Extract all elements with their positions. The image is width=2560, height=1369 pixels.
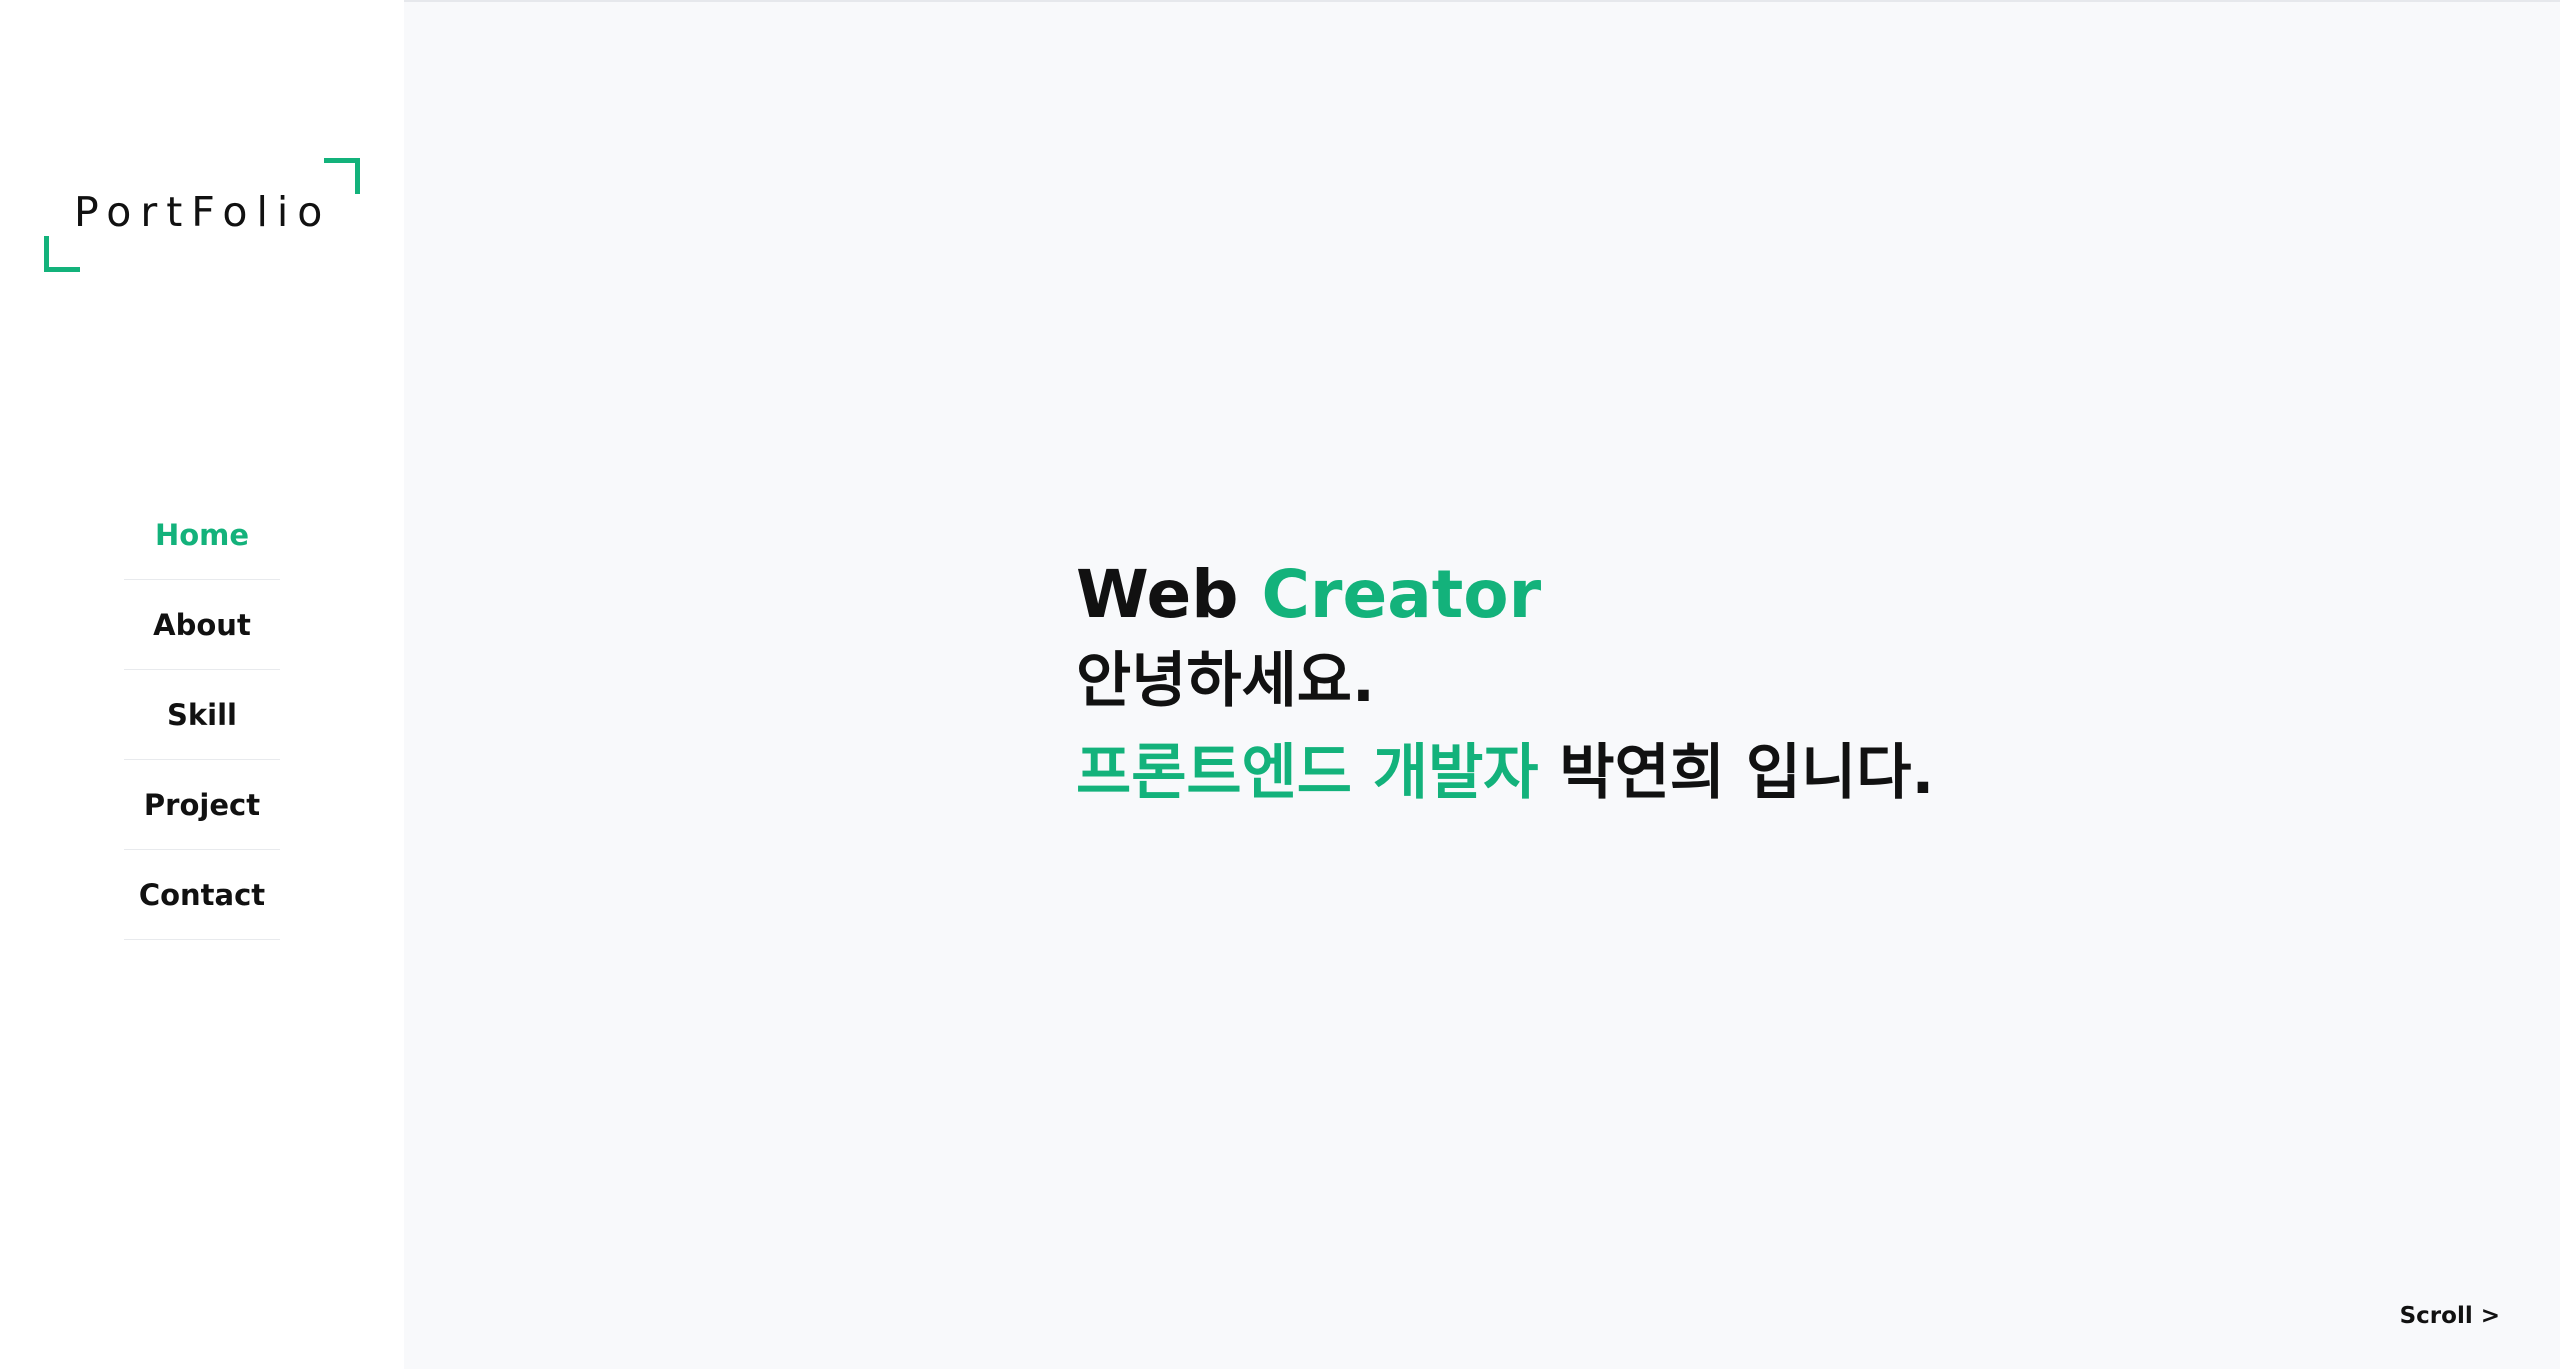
nav-item-skill[interactable]: Skill bbox=[124, 670, 280, 760]
hero-greeting: 안녕하세요. bbox=[1076, 646, 1375, 716]
hero-title-web: Web bbox=[1076, 556, 1239, 633]
logo[interactable]: PortFolio bbox=[44, 158, 360, 272]
nav-item-about[interactable]: About bbox=[124, 580, 280, 670]
hero-name: 박연희 입니다. bbox=[1559, 738, 1935, 808]
logo-corner-bottom-left bbox=[44, 236, 80, 272]
logo-text: PortFolio bbox=[74, 188, 332, 236]
hero-role: 프론트엔드 개발자 bbox=[1076, 738, 1539, 808]
nav-item-project[interactable]: Project bbox=[124, 760, 280, 850]
scroll-link[interactable]: Scroll > bbox=[2400, 1303, 2500, 1329]
nav-item-contact[interactable]: Contact bbox=[124, 850, 280, 940]
hero-title-creator: Creator bbox=[1261, 556, 1542, 633]
page: PortFolio Home About Skill Project Conta… bbox=[0, 0, 2560, 1369]
nav-item-home[interactable]: Home bbox=[124, 490, 280, 580]
main-nav: Home About Skill Project Contact bbox=[124, 490, 280, 940]
hero-section: Web Creator 안녕하세요. 프론트엔드 개발자 박연희 입니다. bbox=[1076, 555, 1934, 819]
sidebar: PortFolio Home About Skill Project Conta… bbox=[0, 0, 404, 1369]
hero-title: Web Creator bbox=[1076, 555, 1934, 635]
hero-intro: 프론트엔드 개발자 박연희 입니다. bbox=[1076, 727, 1934, 819]
